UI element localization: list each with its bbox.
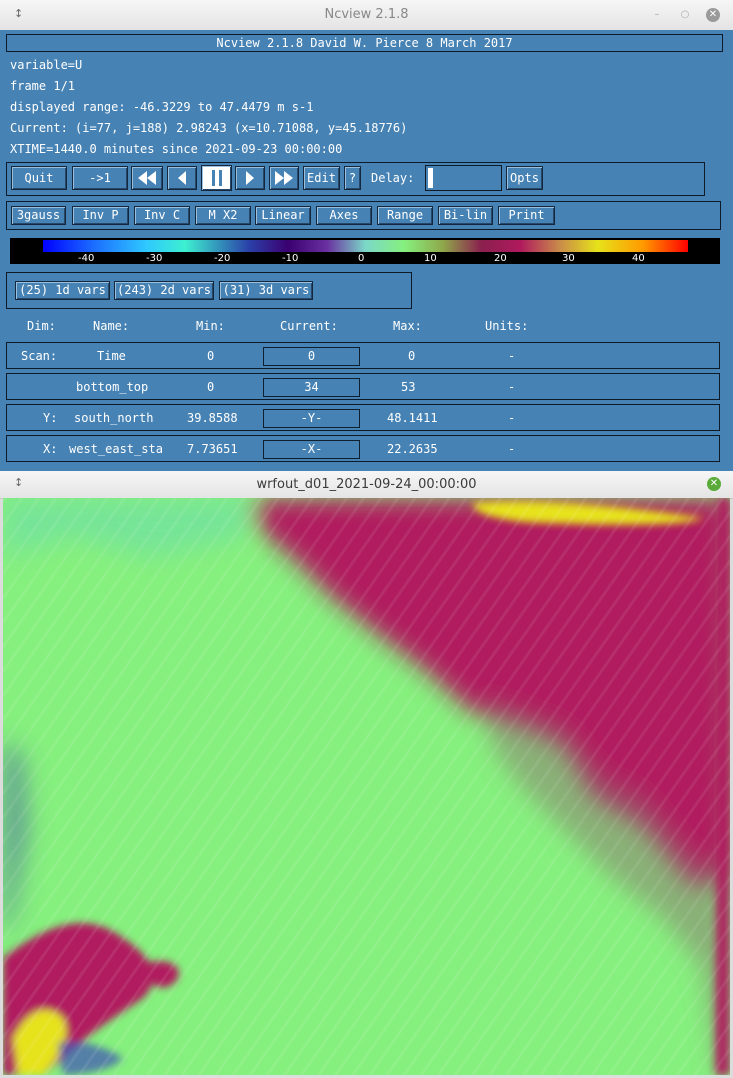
close-icon[interactable]: ✕ [707, 477, 721, 491]
colorbar-tick: -40 [78, 253, 95, 264]
delay-slider-thumb[interactable] [428, 168, 433, 188]
ncview-panel: Ncview 2.1.8 David W. Pierce 8 March 201… [0, 30, 733, 471]
step-back-icon [178, 171, 186, 185]
option-print-button[interactable]: Print [498, 206, 555, 225]
colorbar-tick: -10 [282, 253, 299, 264]
option-axes-button[interactable]: Axes [316, 206, 372, 225]
dim-row: X: west_east_sta 7.73651 -X- 22.2635 - [6, 435, 720, 462]
ncview-titlebar[interactable]: ↕ Ncview 2.1.8 – ○ ✕ [0, 0, 733, 31]
option-3gauss-button[interactable]: 3gauss [11, 206, 66, 225]
dim-current-button[interactable]: 34 [263, 378, 360, 397]
xtime-label: XTIME=1440.0 minutes since 2021-09-23 00… [10, 142, 343, 156]
colorbar-tick: 20 [494, 253, 507, 264]
variable-label: variable=U [10, 58, 83, 72]
dim-row: Scan: Time 0 0 0 - [6, 342, 720, 369]
fast-forward-button[interactable] [269, 166, 299, 190]
dim-current-button[interactable]: -X- [263, 440, 360, 459]
dims-header-current: Current: [280, 319, 338, 333]
colorbar-tick: 0 [358, 253, 365, 264]
dims-header-min: Min: [196, 319, 225, 333]
step-forward-button[interactable] [235, 166, 265, 190]
dim-current-button[interactable]: -Y- [263, 409, 360, 428]
vars-1d-button[interactable]: (25) 1d vars [15, 281, 110, 300]
colorbar-tick: 10 [424, 253, 437, 264]
dim-row: Y: south_north 39.8588 -Y- 48.1411 - [6, 404, 720, 431]
dim-name: bottom_top [76, 380, 149, 394]
option-inv-p-button[interactable]: Inv P [72, 206, 129, 225]
dim-max: 0 [408, 349, 416, 363]
dim-units: - [508, 442, 516, 456]
minimize-icon[interactable]: – [650, 8, 664, 22]
field-texture [3, 498, 730, 1075]
image-window-title: wrfout_d01_2021-09-24_00:00:00 [256, 477, 477, 492]
option-linear-button[interactable]: Linear [255, 206, 311, 225]
field-plot[interactable] [3, 498, 730, 1075]
dims-header-units: Units: [485, 319, 529, 333]
colorbar: -40 -30 -20 -10 0 10 20 30 40 [10, 238, 720, 264]
colorbar-tick: -30 [146, 253, 163, 264]
dim-name: Time [97, 349, 126, 363]
option-inv-c-button[interactable]: Inv C [134, 206, 190, 225]
option-mx2-button[interactable]: M X2 [195, 206, 251, 225]
close-icon[interactable]: ✕ [706, 8, 720, 22]
delay-label: Delay: [371, 171, 415, 185]
help-button[interactable]: ? [344, 166, 361, 190]
frame-label: frame 1/1 [10, 79, 76, 93]
maximize-icon[interactable]: ○ [678, 8, 692, 22]
delay-slider[interactable] [425, 165, 502, 191]
option-bilin-button[interactable]: Bi-lin [438, 206, 493, 225]
window-title: Ncview 2.1.8 [324, 7, 409, 22]
dim-min: 39.8588 [187, 411, 238, 425]
colorbar-tick: -20 [214, 253, 231, 264]
pause-icon [211, 170, 222, 186]
step-forward-icon [246, 171, 254, 185]
dim-min: 0 [207, 349, 215, 363]
dim-row: bottom_top 0 34 53 - [6, 373, 720, 400]
fast-backward-icon [138, 171, 156, 185]
dim-label: X: [43, 442, 58, 456]
current-label: Current: (i=77, j=188) 2.98243 (x=10.710… [10, 121, 408, 135]
fast-forward-icon [275, 171, 293, 185]
banner-text: Ncview 2.1.8 David W. Pierce 8 March 201… [216, 36, 513, 50]
colorbar-gradient [43, 240, 688, 252]
range-label: displayed range: -46.3229 to 47.4479 m s… [10, 100, 314, 114]
banner: Ncview 2.1.8 David W. Pierce 8 March 201… [6, 34, 723, 52]
dim-min: 0 [207, 380, 215, 394]
dim-name: south_north [74, 411, 154, 425]
pause-button[interactable] [201, 165, 232, 191]
dim-units: - [508, 380, 516, 394]
dim-max: 22.2635 [387, 442, 438, 456]
dims-header-max: Max: [393, 319, 422, 333]
dim-current-button[interactable]: 0 [263, 347, 360, 366]
step-back-button[interactable] [167, 166, 197, 190]
dims-header-name: Name: [93, 319, 130, 333]
data-image[interactable] [3, 498, 730, 1075]
to-first-button[interactable]: ->1 [72, 166, 128, 190]
image-titlebar[interactable]: ↕ wrfout_d01_2021-09-24_00:00:00 ✕ [0, 471, 733, 499]
edit-button[interactable]: Edit [303, 166, 340, 190]
option-range-button[interactable]: Range [377, 206, 433, 225]
dim-units: - [508, 411, 516, 425]
quit-button[interactable]: Quit [11, 166, 67, 190]
dim-min: 7.73651 [187, 442, 238, 456]
opts-button[interactable]: Opts [506, 166, 543, 190]
colorbar-tick: 40 [632, 253, 645, 264]
rewind-button[interactable] [131, 166, 163, 190]
dim-label: Y: [43, 411, 58, 425]
dim-max: 53 [401, 380, 416, 394]
dim-name: west_east_sta [69, 442, 163, 456]
dim-units: - [508, 349, 516, 363]
colorbar-tick: 30 [562, 253, 575, 264]
dim-max: 48.1411 [387, 411, 438, 425]
vars-2d-button[interactable]: (243) 2d vars [114, 281, 214, 300]
vars-3d-button[interactable]: (31) 3d vars [219, 281, 313, 300]
dim-label: Scan: [21, 349, 58, 363]
dims-header-dim: Dim: [27, 319, 56, 333]
